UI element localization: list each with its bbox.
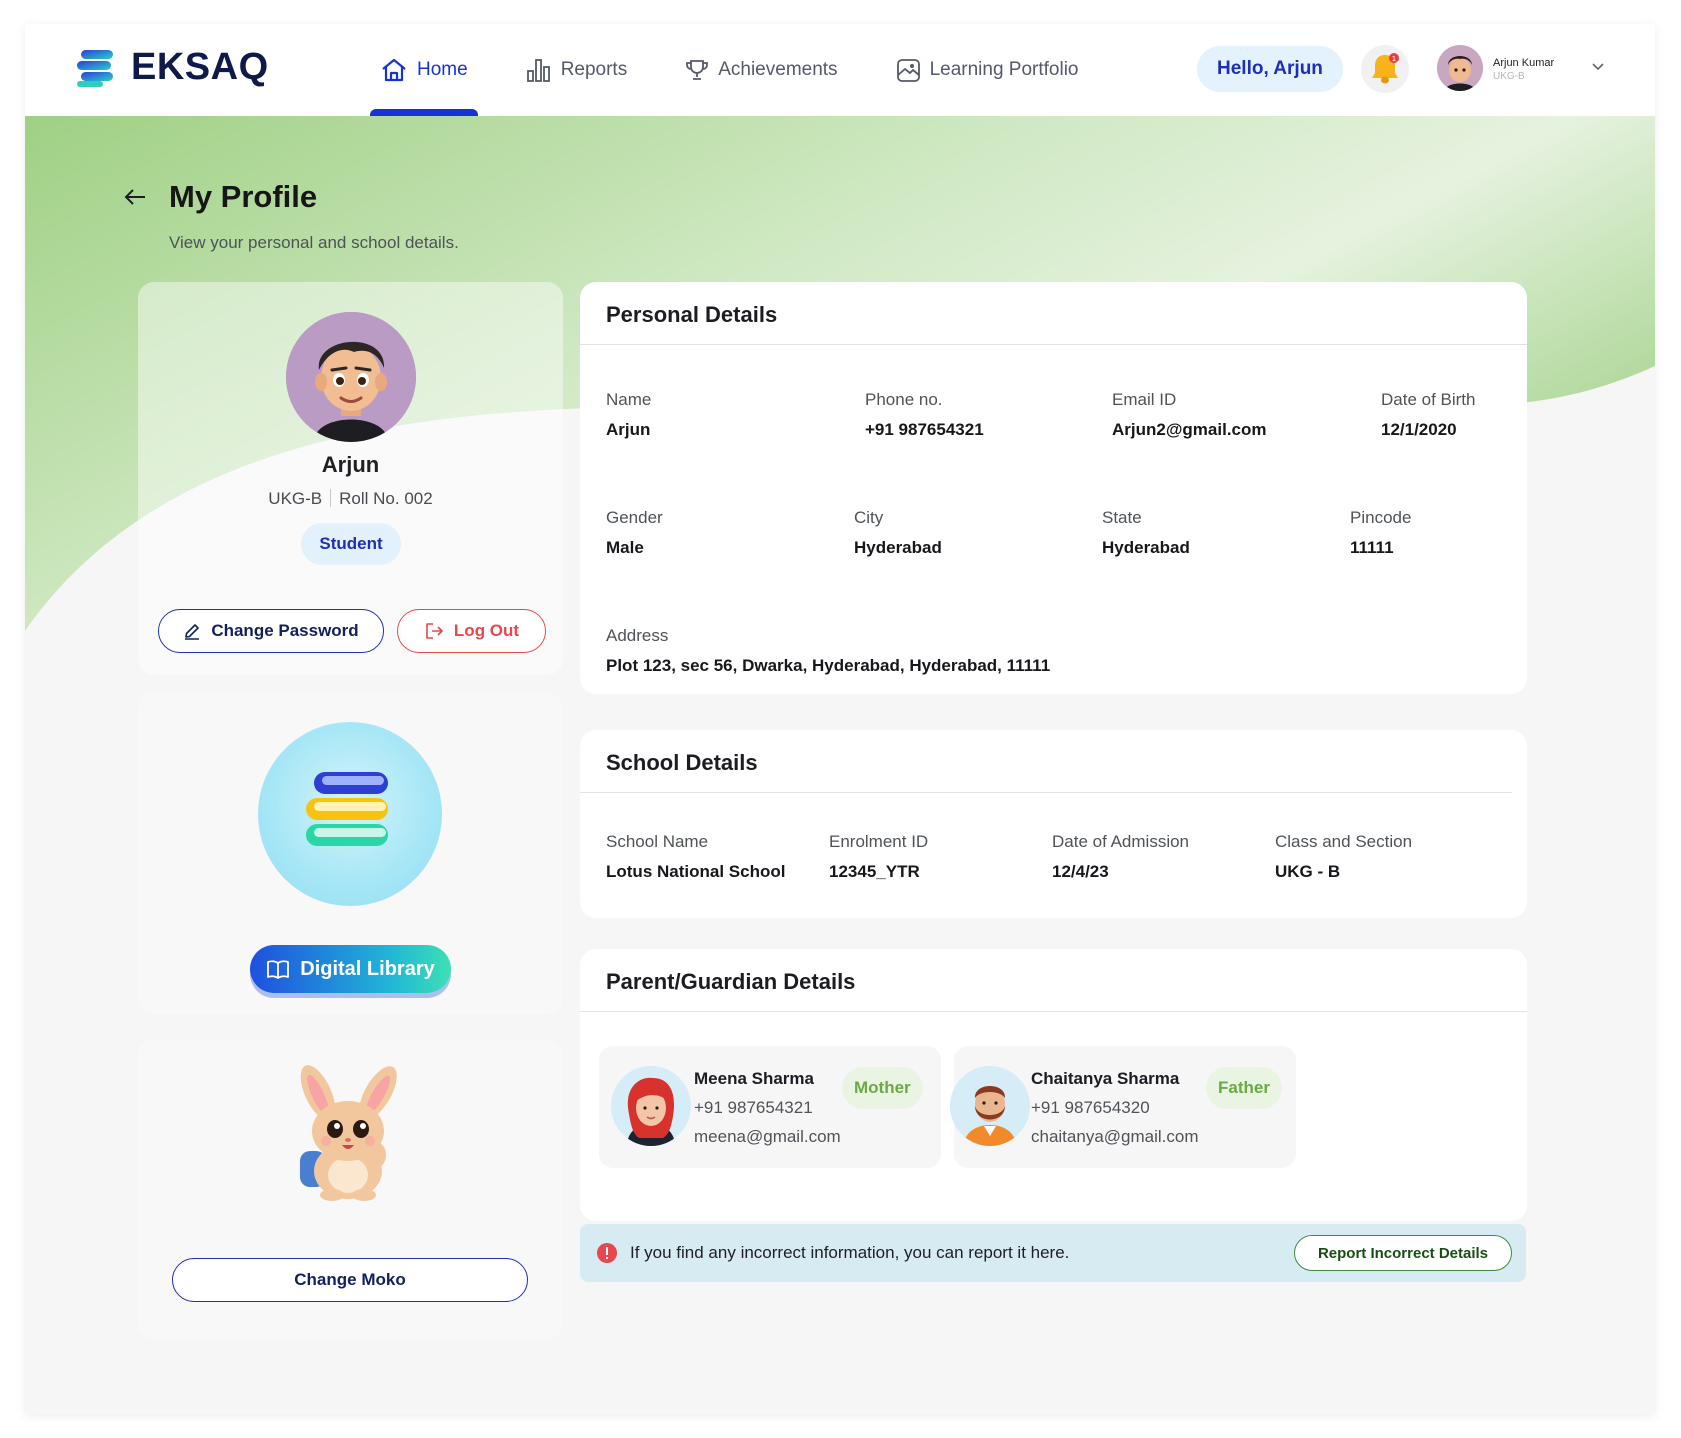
user-class: UKG-B (1493, 70, 1525, 82)
parent-details-card: Parent/Guardian Details Meena Sharma +91… (580, 949, 1527, 1221)
field-gender: Gender Male (606, 508, 663, 557)
nav-learning-portfolio-label: Learning Portfolio (929, 59, 1079, 80)
report-incorrect-banner: If you find any incorrect information, y… (580, 1224, 1526, 1282)
student-class: UKG-B (268, 489, 323, 508)
nav-home-label: Home (417, 59, 468, 80)
change-password-button[interactable]: Change Password (158, 609, 384, 653)
divider (580, 344, 1527, 345)
nav-learning-portfolio[interactable]: Learning Portfolio (896, 24, 1079, 116)
user-menu[interactable]: Arjun Kumar UKG-B (1437, 45, 1554, 91)
parent-card-father: Chaitanya Sharma +91 987654320 chaitanya… (950, 1046, 1296, 1168)
logout-button[interactable]: Log Out (397, 609, 546, 653)
books-icon (306, 772, 388, 846)
home-icon (382, 58, 406, 82)
moko-card: Change Moko (138, 1039, 563, 1339)
field-name: Name Arjun (606, 390, 652, 439)
portfolio-icon (896, 58, 920, 82)
student-name: Arjun (321, 452, 380, 477)
back-arrow-icon[interactable] (123, 187, 147, 207)
app-window: EKSAQ Home Reports Achievements Learning… (25, 24, 1655, 1414)
relation-badge: Mother (842, 1067, 923, 1109)
top-navigation-bar: EKSAQ Home Reports Achievements Learning… (25, 24, 1655, 116)
digital-library-button[interactable]: Digital Library (250, 945, 451, 993)
chevron-down-icon[interactable] (1590, 58, 1606, 74)
pencil-icon (185, 624, 200, 640)
report-incorrect-details-button[interactable]: Report Incorrect Details (1294, 1235, 1512, 1271)
parent-name: Meena Sharma (694, 1069, 814, 1088)
page-subtitle: View your personal and school details. (169, 233, 459, 252)
avatar (1437, 45, 1483, 91)
digital-library-label: Digital Library (300, 957, 435, 980)
greeting-pill: Hello, Arjun (1197, 46, 1343, 92)
avatar (286, 312, 416, 442)
nav-reports[interactable]: Reports (526, 24, 628, 116)
bunny-mascot-illustration (300, 1065, 397, 1201)
school-details-card: School Details School Name Lotus National… (580, 730, 1527, 918)
divider (580, 1011, 1527, 1012)
eksaq-logo-icon (77, 49, 113, 87)
bell-icon: 1 (1372, 53, 1399, 84)
field-state: State Hyderabad (1102, 508, 1190, 557)
brand-logo[interactable]: EKSAQ (77, 46, 269, 89)
change-password-label: Change Password (211, 621, 359, 640)
bar-chart-icon (526, 59, 550, 82)
parent-phone: +91 987654321 (694, 1098, 813, 1117)
notification-button[interactable]: 1 (1361, 45, 1409, 93)
digital-library-card: Digital Library (138, 692, 563, 1014)
school-details-title: School Details (606, 750, 758, 775)
mother-avatar (611, 1066, 691, 1146)
nav-achievements[interactable]: Achievements (685, 24, 838, 116)
report-message: If you find any incorrect information, y… (630, 1243, 1070, 1262)
parent-details-title: Parent/Guardian Details (606, 969, 856, 994)
personal-details-title: Personal Details (606, 302, 778, 327)
field-city: City Hyderabad (854, 508, 942, 557)
field-phone: Phone no. +91 987654321 (865, 390, 984, 439)
brand-name: EKSAQ (131, 46, 269, 88)
field-date-of-admission: Date of Admission 12/4/23 (1052, 832, 1190, 881)
field-enrolment-id: Enrolment ID 12345_YTR (829, 832, 929, 881)
parent-card-mother: Meena Sharma +91 987654321 meena@gmail.c… (599, 1046, 941, 1168)
svg-text:1: 1 (1392, 55, 1396, 63)
nav-reports-label: Reports (560, 59, 628, 80)
field-pincode: Pincode 11111 (1350, 508, 1412, 557)
trophy-icon (686, 60, 709, 80)
field-email: Email ID Arjun2@gmail.com (1112, 390, 1267, 439)
library-books-illustration (258, 722, 442, 906)
personal-details-card: Personal Details Name Arjun Phone no. +91 … (580, 282, 1527, 694)
user-name: Arjun Kumar (1493, 56, 1555, 69)
parent-email: meena@gmail.com (694, 1127, 841, 1146)
field-class-section: Class and Section UKG - B (1275, 832, 1413, 881)
field-date-of-birth: Date of Birth 12/1/2020 (1381, 390, 1476, 439)
info-alert-icon (597, 1243, 617, 1263)
profile-card: Arjun UKG-B Roll No. 002 Student Change P… (138, 282, 563, 675)
role-badge: Student (301, 523, 401, 565)
field-school-name: School Name Lotus National School (606, 832, 786, 881)
father-avatar (950, 1066, 1030, 1146)
logout-icon (426, 623, 443, 639)
open-book-icon (267, 960, 290, 979)
parent-name: Chaitanya Sharma (1031, 1069, 1180, 1088)
change-moko-button[interactable]: Change Moko (172, 1258, 528, 1302)
nav-home[interactable]: Home (370, 24, 478, 116)
student-roll: Roll No. 002 (339, 489, 433, 508)
logout-label: Log Out (453, 621, 520, 640)
field-address: Address Plot 123, sec 56, Dwarka, Hyderab… (606, 626, 1051, 675)
parent-email: chaitanya@gmail.com (1031, 1127, 1199, 1146)
main-nav: Home Reports Achievements Learning Portf… (370, 24, 1137, 116)
parent-phone: +91 987654320 (1031, 1098, 1150, 1117)
student-meta: UKG-B Roll No. 002 (138, 489, 563, 509)
page-title: My Profile (169, 179, 318, 214)
nav-achievements-label: Achievements (718, 59, 838, 80)
relation-badge: Father (1206, 1067, 1282, 1109)
page-header: My Profile View your personal and school… (123, 179, 459, 253)
divider (580, 792, 1512, 793)
